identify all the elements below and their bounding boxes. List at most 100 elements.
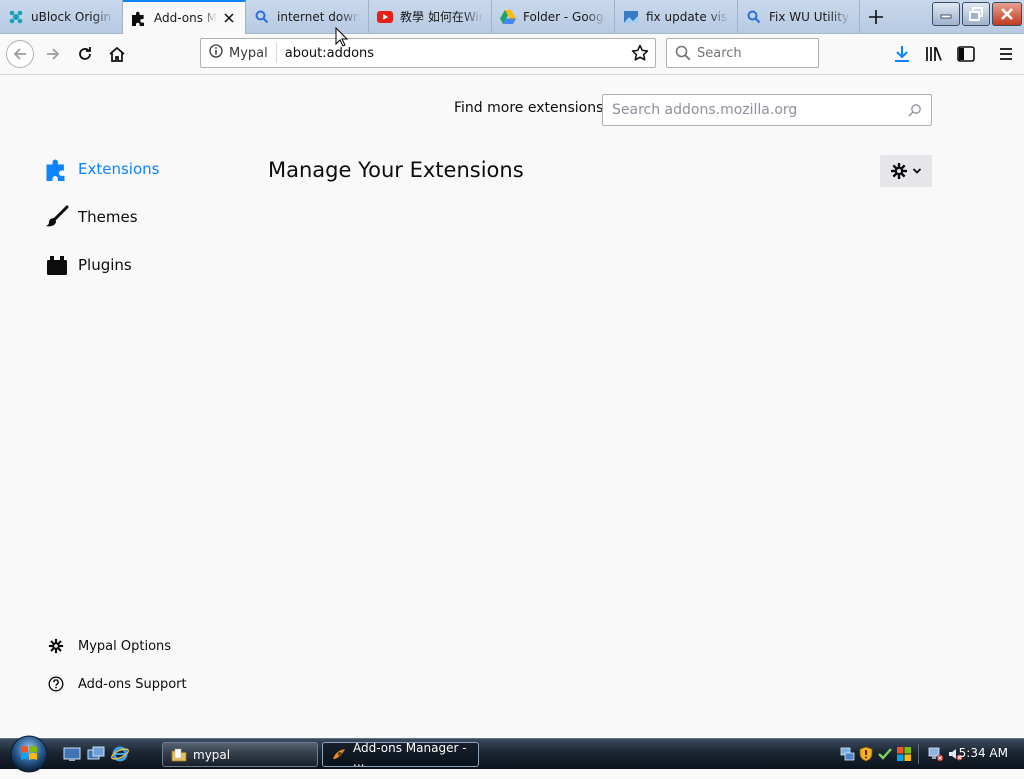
sidebar-icon bbox=[957, 46, 975, 62]
ublock-icon bbox=[8, 9, 24, 25]
library-button[interactable] bbox=[919, 39, 949, 69]
search-icon bbox=[675, 45, 691, 61]
info-icon bbox=[209, 44, 223, 62]
reload-icon bbox=[79, 47, 91, 60]
category-label: Themes bbox=[78, 208, 138, 226]
library-icon bbox=[926, 47, 942, 61]
network-status-icon[interactable] bbox=[839, 746, 855, 762]
downloads-button[interactable] bbox=[887, 39, 917, 69]
addons-manager-content: Find more extensions Search addons.mozil… bbox=[0, 75, 1024, 738]
tab-label: Folder - Google Drive bbox=[523, 9, 606, 24]
puzzle-icon bbox=[131, 10, 147, 26]
tray-separator bbox=[918, 744, 919, 764]
taskbar-button-mypal-folder[interactable]: mypal bbox=[162, 742, 318, 767]
tab-label: internet download manager bbox=[277, 9, 360, 24]
footer-link-label: Add-ons Support bbox=[78, 676, 187, 692]
switch-windows-icon[interactable] bbox=[86, 745, 106, 763]
taskbar: mypal Add-ons Manager - ... 5:34 AM bbox=[0, 735, 1024, 773]
identity-label: Mypal bbox=[229, 45, 268, 61]
youtube-icon bbox=[377, 9, 393, 25]
addons-support-link[interactable]: Add-ons Support bbox=[46, 672, 187, 696]
new-tab-button[interactable] bbox=[862, 4, 890, 30]
close-window-button[interactable] bbox=[992, 2, 1022, 26]
taskbar-button-label: Add-ons Manager - ... bbox=[353, 740, 467, 769]
mouse-cursor-icon bbox=[335, 27, 349, 47]
sidebar-toggle-button[interactable] bbox=[951, 39, 981, 69]
check-icon[interactable] bbox=[877, 746, 893, 762]
plus-icon bbox=[869, 10, 883, 24]
window-caption-buttons bbox=[930, 2, 1022, 26]
chevron-down-icon bbox=[912, 168, 922, 174]
category-themes[interactable]: Themes bbox=[44, 203, 138, 231]
tab-youtube[interactable]: 教學 如何在Windows bbox=[369, 0, 492, 33]
page-title: Manage Your Extensions bbox=[268, 158, 524, 182]
navigation-toolbar: Mypal about:addons Search bbox=[0, 34, 1024, 75]
close-tab-icon[interactable] bbox=[221, 10, 237, 26]
tab-label: uBlock Origin – Get this Extension bbox=[31, 9, 114, 24]
identity-box[interactable]: Mypal bbox=[201, 43, 277, 63]
close-icon bbox=[1001, 8, 1013, 20]
forward-arrow-icon bbox=[47, 48, 60, 60]
tab-strip: uBlock Origin – Get this Extension Add-o… bbox=[0, 0, 1024, 34]
bookmark-star-icon[interactable] bbox=[627, 40, 653, 66]
tab-fix-update-vista[interactable]: fix update vista bbox=[615, 0, 738, 33]
puzzle-icon bbox=[44, 156, 70, 182]
gear-icon bbox=[891, 163, 907, 179]
bookmark-icon bbox=[623, 9, 639, 25]
mypal-options-link[interactable]: Mypal Options bbox=[46, 634, 171, 658]
windows-start-icon bbox=[10, 735, 48, 773]
search-bar[interactable]: Search bbox=[666, 38, 819, 68]
search-icon bbox=[254, 9, 270, 25]
home-icon bbox=[109, 46, 125, 62]
addons-search-placeholder: Search addons.mozilla.org bbox=[612, 102, 798, 118]
start-button[interactable] bbox=[8, 733, 50, 775]
tab-addons-manager[interactable]: Add-ons Manager bbox=[123, 0, 246, 34]
quick-launch bbox=[62, 745, 134, 763]
back-button[interactable] bbox=[6, 40, 34, 68]
folder-icon bbox=[171, 747, 187, 763]
addons-search-input[interactable]: Search addons.mozilla.org bbox=[602, 94, 932, 126]
hamburger-menu-icon bbox=[1000, 48, 1012, 60]
reload-button[interactable] bbox=[70, 39, 100, 69]
tab-label: fix update vista bbox=[646, 9, 729, 24]
forward-button[interactable] bbox=[38, 39, 68, 69]
help-icon bbox=[46, 674, 66, 694]
search-icon bbox=[746, 9, 762, 25]
windows-update-icon[interactable] bbox=[896, 746, 912, 762]
tab-label: 教學 如何在Windows bbox=[400, 10, 483, 24]
gear-icon bbox=[46, 636, 66, 656]
search-icon bbox=[908, 103, 922, 117]
internet-explorer-icon[interactable] bbox=[110, 745, 130, 763]
tab-ublock-origin[interactable]: uBlock Origin – Get this Extension bbox=[0, 0, 123, 33]
category-plugins[interactable]: Plugins bbox=[44, 251, 132, 279]
taskbar-clock[interactable]: 5:34 AM bbox=[959, 746, 1008, 760]
taskbar-button-label: mypal bbox=[193, 747, 231, 762]
tab-internet-download[interactable]: internet download manager bbox=[246, 0, 369, 33]
tab-label: Fix WU Utility bbox=[769, 9, 850, 24]
url-bar[interactable]: Mypal about:addons bbox=[200, 38, 656, 68]
category-label: Extensions bbox=[78, 160, 160, 178]
brush-icon bbox=[44, 204, 70, 230]
tab-label: Add-ons Manager bbox=[154, 11, 217, 25]
search-placeholder: Search bbox=[697, 45, 742, 61]
app-menu-button[interactable] bbox=[991, 39, 1021, 69]
network-disconnected-icon[interactable] bbox=[928, 746, 944, 762]
show-desktop-icon[interactable] bbox=[62, 745, 82, 763]
taskbar-button-addons-manager[interactable]: Add-ons Manager - ... bbox=[322, 740, 479, 769]
plugin-icon bbox=[44, 252, 70, 278]
minimize-icon bbox=[940, 14, 952, 19]
back-arrow-icon bbox=[13, 48, 26, 60]
home-button[interactable] bbox=[102, 39, 132, 69]
restore-button[interactable] bbox=[962, 2, 990, 26]
security-alert-icon[interactable] bbox=[858, 746, 874, 762]
tab-google-drive[interactable]: Folder - Google Drive bbox=[492, 0, 615, 33]
download-icon bbox=[895, 46, 909, 62]
minimize-button[interactable] bbox=[932, 2, 960, 26]
tab-fix-wu-utility[interactable]: Fix WU Utility bbox=[738, 0, 860, 33]
category-extensions[interactable]: Extensions bbox=[44, 155, 159, 183]
url-text[interactable]: about:addons bbox=[277, 46, 627, 61]
tools-menu-button[interactable] bbox=[880, 155, 932, 187]
mypal-icon bbox=[331, 747, 347, 763]
category-label: Plugins bbox=[78, 256, 132, 274]
google-drive-icon bbox=[500, 9, 516, 25]
